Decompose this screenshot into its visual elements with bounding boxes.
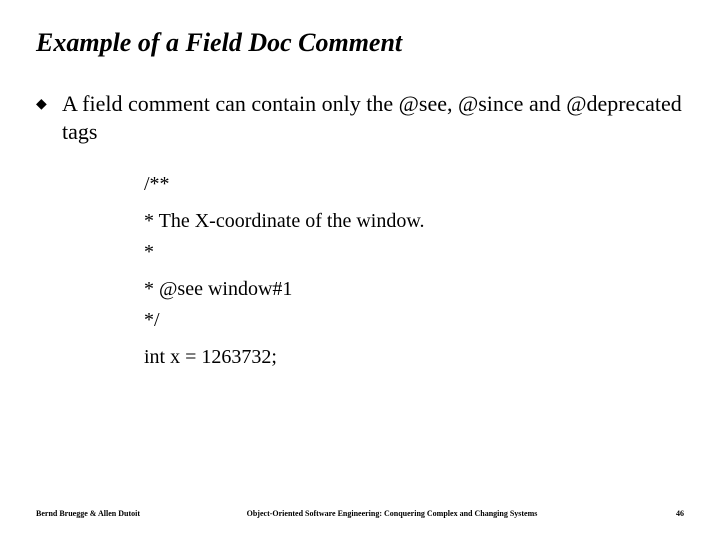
code-line: */: [144, 305, 684, 336]
bullet-item: ◆ A field comment can contain only the @…: [36, 90, 684, 145]
bullet-text: A field comment can contain only the @se…: [62, 90, 684, 145]
footer: Bernd Bruegge & Allen Dutoit Object-Orie…: [0, 509, 720, 518]
code-block: /** * The X-coordinate of the window. * …: [144, 169, 684, 373]
slide-title: Example of a Field Doc Comment: [36, 28, 684, 58]
page-number: 46: [644, 509, 684, 518]
code-line: * @see window#1: [144, 274, 684, 305]
footer-author: Bernd Bruegge & Allen Dutoit: [36, 509, 140, 518]
code-line: int x = 1263732;: [144, 342, 684, 373]
code-line: * The X-coordinate of the window.: [144, 206, 684, 237]
bullet-marker: ◆: [36, 96, 48, 113]
footer-title: Object-Oriented Software Engineering: Co…: [140, 509, 644, 518]
code-line: *: [144, 237, 684, 268]
code-line: /**: [144, 169, 684, 200]
